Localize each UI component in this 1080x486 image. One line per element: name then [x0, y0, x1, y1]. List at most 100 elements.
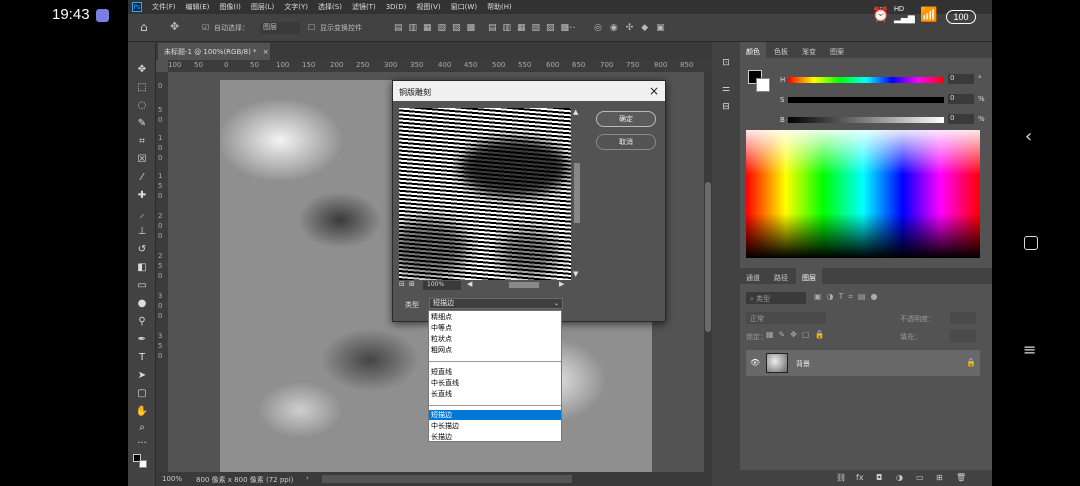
saturation-value-field[interactable]: 0: [948, 94, 974, 104]
layer-filter-kind[interactable]: ⌕ 类型: [746, 292, 806, 304]
lasso-tool-icon[interactable]: ◌: [135, 98, 149, 112]
lock-icons[interactable]: ▦✎✥▢🔒: [766, 330, 829, 339]
link-layers-icon[interactable]: ⛓: [836, 473, 846, 482]
hand-tool-icon[interactable]: ✋: [135, 404, 149, 418]
move-tool-icon[interactable]: ✥: [170, 20, 179, 33]
menu-file[interactable]: 文件(F): [152, 2, 176, 12]
menu-filter[interactable]: 滤镜(T): [352, 2, 376, 12]
menu-window[interactable]: 窗口(W): [451, 2, 477, 12]
quick-select-tool-icon[interactable]: ✎: [135, 116, 149, 130]
tab-layers[interactable]: 图层: [796, 268, 822, 284]
eyedropper-tool-icon[interactable]: ⁄: [135, 170, 149, 184]
menu-edit[interactable]: 编辑(E): [186, 2, 210, 12]
scroll-up-icon[interactable]: ▲: [573, 108, 578, 116]
properties-panel-icon[interactable]: ⚌: [719, 82, 733, 96]
eye-icon[interactable]: 👁: [750, 358, 760, 367]
move-tool-icon[interactable]: ✥: [135, 62, 149, 76]
color-spectrum[interactable]: [746, 130, 980, 258]
blur-tool-icon[interactable]: ●: [135, 296, 149, 310]
dropdown-option-grainy-dots[interactable]: 粒状点: [429, 334, 561, 344]
more-options-icon[interactable]: ···: [566, 23, 576, 34]
scroll-right-icon[interactable]: ▶: [559, 280, 564, 288]
scroll-down-icon[interactable]: ▼: [573, 270, 578, 278]
zoom-tool-icon[interactable]: ⌕: [135, 420, 149, 434]
marquee-tool-icon[interactable]: ⬚: [135, 80, 149, 94]
more-tools-icon[interactable]: ···: [135, 436, 149, 450]
tab-swatches[interactable]: 色板: [768, 42, 794, 58]
lock-icon[interactable]: 🔒: [966, 358, 976, 367]
show-transform-checkbox[interactable]: ☐: [308, 23, 315, 32]
layer-row-background[interactable]: 👁 背景 🔒: [746, 350, 980, 376]
hue-slider[interactable]: [788, 77, 944, 83]
menu-layer[interactable]: 图层(L): [251, 2, 274, 12]
history-panel-icon[interactable]: ⊡: [719, 56, 733, 70]
dropdown-option-medium-dots[interactable]: 中等点: [429, 323, 561, 333]
scrollbar-thumb[interactable]: [574, 163, 580, 223]
filter-preview[interactable]: [399, 108, 571, 280]
new-layer-icon[interactable]: ⊞: [936, 473, 943, 482]
zoom-in-icon[interactable]: ⊞: [409, 280, 415, 288]
history-brush-tool-icon[interactable]: ↺: [135, 242, 149, 256]
trash-icon[interactable]: 🗑: [956, 473, 966, 482]
align-icons[interactable]: ▤▥▦▧▨▩: [394, 23, 481, 33]
dropdown-option-coarse-dots[interactable]: 粗网点: [429, 345, 561, 355]
gradient-tool-icon[interactable]: ▭: [135, 278, 149, 292]
brightness-slider[interactable]: [788, 117, 944, 123]
crop-tool-icon[interactable]: ⌗: [135, 134, 149, 148]
3d-mode-icons[interactable]: ◎◉✣◆▣: [594, 23, 673, 33]
tab-paths[interactable]: 路径: [768, 268, 794, 284]
rectangle-tool-icon[interactable]: ▢: [135, 386, 149, 400]
background-color-swatch[interactable]: [139, 460, 147, 468]
opacity-field[interactable]: [950, 312, 976, 324]
status-arrow-icon[interactable]: ›: [306, 474, 309, 482]
frame-tool-icon[interactable]: ☒: [135, 152, 149, 166]
menu-help[interactable]: 帮助(H): [487, 2, 512, 12]
layer-filter-icons[interactable]: ▣◑T⌗▤●: [814, 292, 882, 302]
dropdown-option-short-lines[interactable]: 短直线: [429, 367, 561, 377]
type-tool-icon[interactable]: T: [135, 350, 149, 364]
canvas-vertical-scrollbar[interactable]: [704, 72, 712, 472]
add-mask-icon[interactable]: ◘: [876, 473, 882, 482]
tab-color[interactable]: 颜色: [740, 42, 766, 58]
brightness-value-field[interactable]: 0: [948, 114, 974, 124]
zoom-out-icon[interactable]: ⊟: [399, 280, 405, 288]
menu-3d[interactable]: 3D(D): [386, 3, 407, 11]
zoom-level[interactable]: 100%: [162, 475, 182, 483]
scrollbar-thumb[interactable]: [509, 282, 539, 288]
scroll-left-icon[interactable]: ◀: [467, 280, 472, 288]
tab-channels[interactable]: 通道: [740, 268, 766, 284]
dropdown-option-short-strokes[interactable]: 短描边: [429, 410, 561, 420]
dodge-tool-icon[interactable]: ⚲: [135, 314, 149, 328]
menu-type[interactable]: 文字(Y): [284, 2, 308, 12]
preview-vertical-scrollbar[interactable]: ▲ ▼: [573, 108, 581, 280]
cancel-button[interactable]: 取消: [596, 134, 656, 150]
home-nav-icon[interactable]: [1024, 236, 1038, 250]
menu-view[interactable]: 视图(V): [416, 2, 440, 12]
dropdown-option-long-strokes[interactable]: 长描边: [429, 432, 561, 442]
clone-stamp-tool-icon[interactable]: ⊥: [135, 224, 149, 238]
auto-select-checkbox[interactable]: ☑: [202, 23, 209, 32]
hue-value-field[interactable]: 0: [948, 74, 974, 84]
healing-brush-tool-icon[interactable]: ✚: [135, 188, 149, 202]
menu-select[interactable]: 选择(S): [318, 2, 342, 12]
home-icon[interactable]: ⌂: [140, 20, 148, 34]
type-select[interactable]: 短描边 ⌄: [429, 298, 563, 309]
close-icon[interactable]: ×: [263, 48, 269, 56]
pen-tool-icon[interactable]: ✒: [135, 332, 149, 346]
preview-zoom-field[interactable]: 100%: [423, 281, 461, 290]
auto-select-mode-dropdown[interactable]: 图层: [260, 22, 300, 34]
ok-button[interactable]: 确定: [596, 111, 656, 127]
blend-mode-dropdown[interactable]: 正常: [746, 312, 826, 324]
horizontal-scrollbar[interactable]: [322, 475, 572, 483]
scrollbar-thumb[interactable]: [705, 182, 711, 332]
menu-image[interactable]: 图像(I): [219, 2, 241, 12]
dropdown-option-long-lines[interactable]: 长直线: [429, 389, 561, 399]
back-icon[interactable]: ‹: [1025, 126, 1032, 147]
tab-gradients[interactable]: 渐变: [796, 42, 822, 58]
adjustments-panel-icon[interactable]: ⊟: [719, 100, 733, 114]
dropdown-option-fine-dots[interactable]: 精细点: [429, 312, 561, 322]
brush-tool-icon[interactable]: ⸝: [135, 206, 149, 220]
dropdown-option-medium-lines[interactable]: 中长直线: [429, 378, 561, 388]
saturation-slider[interactable]: [788, 97, 944, 103]
menu-icon[interactable]: ≡: [1023, 340, 1036, 359]
